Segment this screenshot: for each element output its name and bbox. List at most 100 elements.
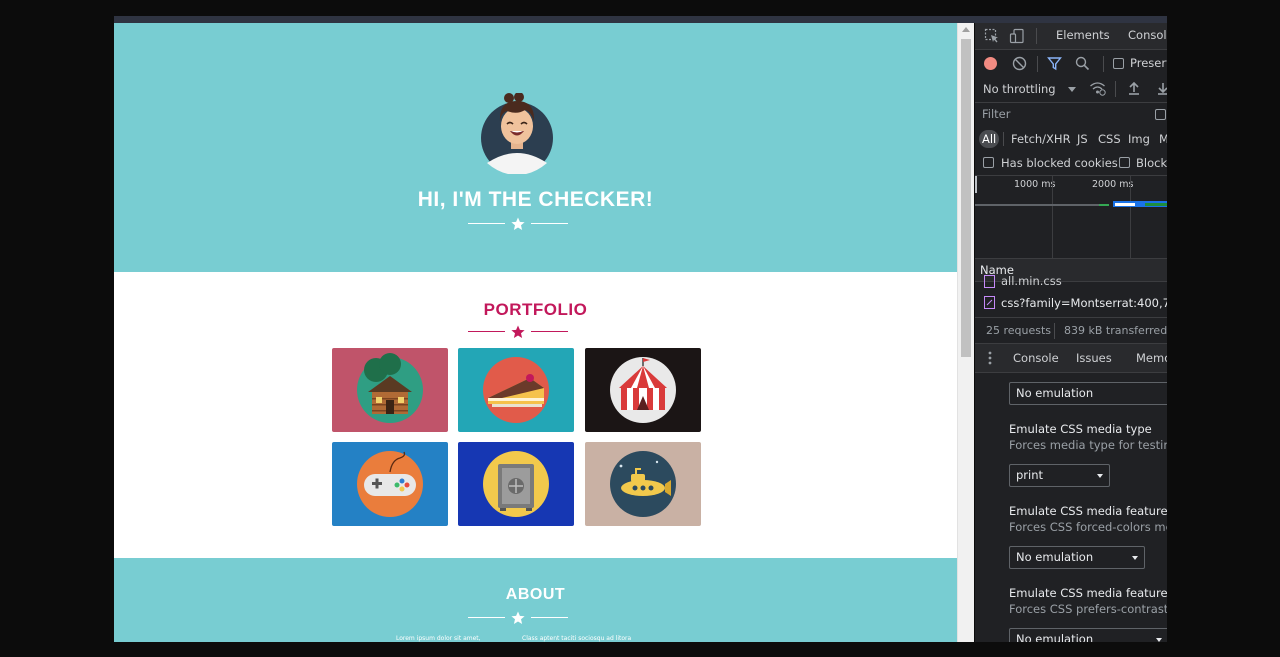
request-row[interactable]: css?family=Montserrat:400,700 (975, 293, 1167, 313)
media-type-desc: Forces media type for testing p (1009, 438, 1167, 452)
drawer-tab-issues[interactable]: Issues (1076, 351, 1112, 365)
type-filter-all[interactable]: All (982, 132, 996, 146)
forced-colors-title: Emulate CSS media feature for (1009, 504, 1167, 518)
blocked-row: Has blocked cookies Block (975, 151, 1167, 175)
timeline-tick-1000: 1000 ms (1014, 179, 1056, 190)
about-title: ABOUT (505, 586, 566, 603)
blocked-requests-label: Block (1136, 156, 1167, 170)
hero-title: HI, I'M THE CHECKER! (417, 188, 654, 211)
tab-console[interactable]: Console (1128, 28, 1167, 42)
record-icon[interactable] (983, 56, 998, 71)
request-name: css?family=Montserrat:400,700 (1001, 296, 1167, 310)
dropdown-caret-icon (1132, 556, 1138, 560)
type-filter-fetch-xhr[interactable]: Fetch/XHR (1011, 132, 1071, 146)
window-top-bar (114, 16, 1167, 23)
network-conditions-icon[interactable] (1089, 81, 1106, 96)
tab-elements[interactable]: Elements (1056, 28, 1110, 42)
has-blocked-cookies-label: Has blocked cookies (1001, 156, 1118, 170)
preserve-log-label: Preserv (1130, 56, 1167, 70)
drawer-tab-bar: Console Issues Memo (975, 344, 1167, 372)
prefers-contrast-select[interactable]: No emulation (1009, 628, 1167, 642)
circus-tent-icon (610, 357, 676, 423)
portfolio-item-submarine[interactable] (585, 442, 701, 526)
about-section: ABOUT Lorem ipsum dolor sit amet, Class … (114, 558, 957, 642)
hero-section: HI, I'M THE CHECKER! (114, 23, 957, 272)
safe-icon (483, 451, 549, 517)
prefers-contrast-desc: Forces CSS prefers-contrast m (1009, 602, 1167, 616)
forced-colors-select[interactable]: No emulation (1009, 546, 1145, 569)
has-blocked-cookies-checkbox[interactable] (983, 157, 994, 168)
game-controller-icon (357, 451, 423, 517)
clear-icon[interactable] (1012, 56, 1027, 71)
network-summary: 25 requests 839 kB transferred (975, 318, 1167, 343)
timeline-tick-2000: 2000 ms (1092, 179, 1134, 190)
scroll-thumb[interactable] (961, 39, 971, 357)
type-filter-row: All Fetch/XHR JS CSS Img M (975, 127, 1167, 151)
select-value: No emulation (1016, 386, 1094, 400)
type-filter-js[interactable]: JS (1077, 132, 1088, 146)
media-type-select[interactable]: print (1009, 464, 1110, 487)
type-filter-css[interactable]: CSS (1098, 132, 1121, 146)
portfolio-item-cabin[interactable] (332, 348, 448, 432)
star-icon (511, 611, 525, 624)
select-value: print (1016, 468, 1044, 482)
css-file-icon (984, 275, 995, 288)
portfolio-item-safe[interactable] (458, 442, 574, 526)
cake-icon (483, 357, 549, 423)
request-row[interactable]: all.min.css (975, 275, 1167, 289)
page-scrollbar[interactable] (957, 23, 974, 642)
emulation-select-top[interactable]: No emulation (1009, 382, 1167, 405)
submarine-icon (610, 451, 676, 517)
import-har-icon[interactable] (1127, 81, 1141, 96)
type-filter-media[interactable]: M (1159, 132, 1167, 146)
dropdown-caret-icon (1156, 638, 1162, 642)
portfolio-item-game-controller[interactable] (332, 442, 448, 526)
inspect-element-icon[interactable] (984, 28, 1000, 44)
star-icon (511, 325, 525, 338)
about-text-right: Class aptent taciti sociosqu ad litora (522, 635, 632, 642)
filter-input[interactable]: Filter (978, 106, 1141, 124)
drawer-tab-memory[interactable]: Memo (1136, 351, 1167, 365)
avatar (481, 93, 553, 174)
search-icon[interactable] (1075, 56, 1090, 71)
preserve-log-checkbox[interactable] (1113, 58, 1124, 69)
css-file-icon (984, 296, 995, 309)
transferred-size: 839 kB transferred (1064, 324, 1167, 337)
about-divider (468, 611, 568, 625)
select-value: No emulation (1016, 550, 1094, 564)
prefers-contrast-title: Emulate CSS media feature pre (1009, 586, 1167, 600)
export-har-icon[interactable] (1156, 81, 1167, 96)
drawer-tab-console[interactable]: Console (1013, 351, 1059, 365)
devtools-tab-bar: Elements Console (975, 23, 1167, 49)
portfolio-divider (468, 325, 568, 339)
media-type-title: Emulate CSS media type (1009, 422, 1152, 436)
type-filter-img[interactable]: Img (1128, 132, 1150, 146)
portfolio-title: PORTFOLIO (483, 300, 588, 319)
hero-divider (468, 217, 568, 231)
scroll-up-arrow-icon[interactable] (962, 27, 970, 32)
requests-count: 25 requests (986, 324, 1052, 337)
star-icon (511, 217, 525, 230)
page-viewport: HI, I'M THE CHECKER! PORTFOLIO ABOUT Lor… (114, 23, 957, 642)
portfolio-item-cake[interactable] (458, 348, 574, 432)
filter-placeholder: Filter (982, 107, 1011, 121)
throttling-dropdown-icon[interactable] (1068, 87, 1076, 92)
invert-checkbox[interactable] (1155, 109, 1166, 120)
filter-icon[interactable] (1047, 56, 1062, 71)
devtools-panel: Elements Console Preserv No throttling (975, 23, 1167, 642)
blocked-requests-checkbox[interactable] (1119, 157, 1130, 168)
portfolio-item-circus[interactable] (585, 348, 701, 432)
cabin-icon (357, 353, 423, 423)
timeline-overview[interactable]: 1000 ms 2000 ms (975, 176, 1167, 258)
filter-row: Filter (975, 103, 1167, 127)
select-value: No emulation (1016, 632, 1094, 642)
more-options-icon[interactable] (988, 351, 992, 365)
device-toolbar-icon[interactable] (1009, 28, 1025, 44)
about-text-left: Lorem ipsum dolor sit amet, (396, 635, 481, 642)
forced-colors-desc: Forces CSS forced-colors med (1009, 520, 1167, 534)
network-toolbar: Preserv (975, 50, 1167, 77)
request-name: all.min.css (1001, 275, 1062, 288)
dropdown-caret-icon (1097, 474, 1103, 478)
throttling-select[interactable]: No throttling (983, 82, 1056, 96)
throttling-toolbar: No throttling (975, 77, 1167, 102)
